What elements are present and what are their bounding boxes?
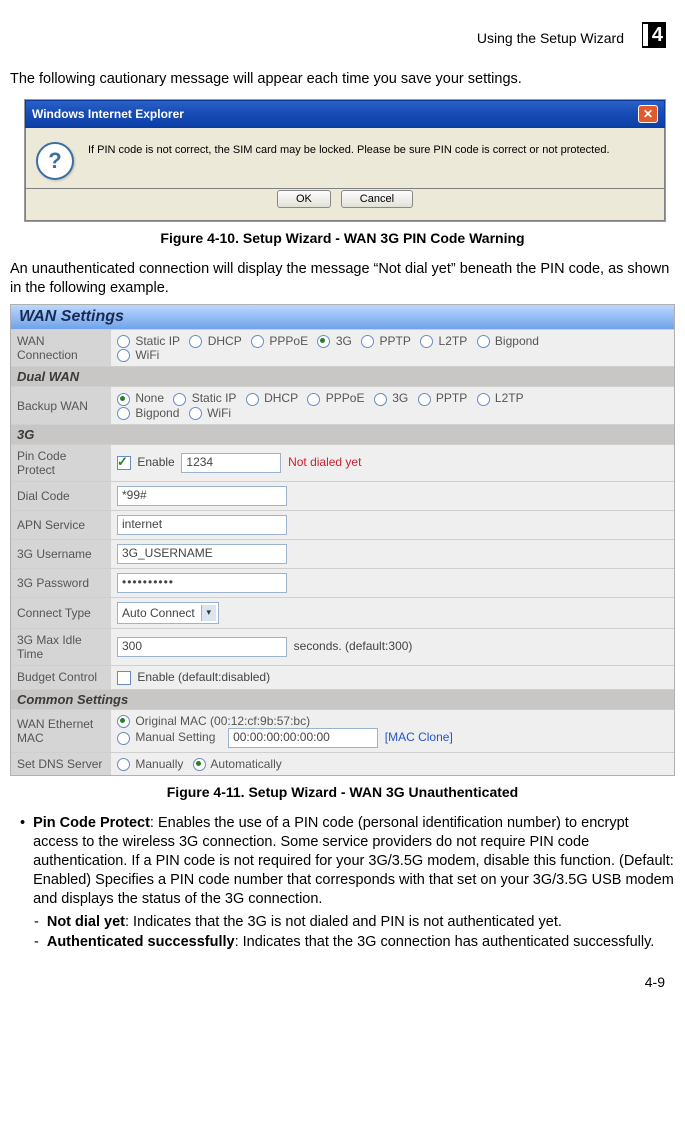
bullet-dot: • xyxy=(20,814,25,908)
label-apn: APN Service xyxy=(11,510,111,539)
intro-paragraph: The following cautionary message will ap… xyxy=(10,70,675,89)
figure2-caption: Figure 4-11. Setup Wizard - WAN 3G Unaut… xyxy=(10,784,675,800)
wan-settings-header: WAN Settings xyxy=(11,305,674,329)
figure1-caption: Figure 4-10. Setup Wizard - WAN 3G PIN C… xyxy=(10,230,675,246)
value-dns: Manually Automatically xyxy=(111,753,674,776)
dialog-title: Windows Internet Explorer xyxy=(32,107,184,121)
sub-authenticated: - Authenticated successfully: Indicates … xyxy=(34,933,675,952)
value-backup-wan: None Static IP DHCP PPPoE 3G PPTP L2TP B… xyxy=(111,387,674,425)
ok-button[interactable]: OK xyxy=(277,190,331,208)
section-common: Common Settings xyxy=(11,689,674,709)
dash-icon: - xyxy=(34,913,39,932)
input-mac-manual[interactable]: 00:00:00:00:00:00 xyxy=(228,728,378,748)
label-connect-type: Connect Type xyxy=(11,597,111,628)
chapter-number: 4 xyxy=(648,24,667,46)
radio-bk-none[interactable] xyxy=(117,393,130,406)
sub-not-dial-yet: - Not dial yet: Indicates that the 3G is… xyxy=(34,913,675,932)
radio-bk-wifi[interactable] xyxy=(189,407,202,420)
dialog-button-row: OK Cancel xyxy=(25,189,665,221)
row-dial-code: Dial Code *99# xyxy=(11,481,674,510)
radio-bk-bigpond[interactable] xyxy=(117,407,130,420)
input-dial-code[interactable]: *99# xyxy=(117,486,287,506)
section-dual-wan: Dual WAN xyxy=(11,367,674,387)
input-3g-password[interactable]: •••••••••• xyxy=(117,573,287,593)
radio-dhcp[interactable] xyxy=(189,335,202,348)
dialog-message: If PIN code is not correct, the SIM card… xyxy=(88,144,610,156)
paragraph-2: An unauthenticated connection will displ… xyxy=(10,260,675,298)
dialog-titlebar: Windows Internet Explorer ✕ xyxy=(25,100,665,128)
wan-settings-panel: WAN Settings WAN Connection Static IP DH… xyxy=(10,304,675,777)
value-mac: Original MAC (00:12:cf:9b:57:bc) Manual … xyxy=(111,709,674,752)
question-icon: ? xyxy=(36,142,74,180)
label-mac: WAN Ethernet MAC xyxy=(11,709,111,752)
label-idle-time: 3G Max Idle Time xyxy=(11,628,111,665)
row-apn: APN Service internet xyxy=(11,510,674,539)
label-pin-code: Pin Code Protect xyxy=(11,444,111,481)
radio-pptp[interactable] xyxy=(361,335,374,348)
radio-3g[interactable] xyxy=(317,335,330,348)
checkbox-pin-enable[interactable] xyxy=(117,456,131,470)
label-dns: Set DNS Server xyxy=(11,753,111,776)
dialog-body: ? If PIN code is not correct, the SIM ca… xyxy=(25,128,665,189)
label-budget: Budget Control xyxy=(11,665,111,689)
select-connect-type[interactable]: Auto Connect ▾ xyxy=(117,602,219,624)
input-apn[interactable]: internet xyxy=(117,515,287,535)
radio-static[interactable] xyxy=(117,335,130,348)
row-dns: Set DNS Server Manually Automatically xyxy=(11,753,674,776)
bullet-text: Pin Code Protect: Enables the use of a P… xyxy=(33,814,675,908)
input-3g-username[interactable]: 3G_USERNAME xyxy=(117,544,287,564)
radio-bk-dhcp[interactable] xyxy=(246,393,259,406)
label-wan-connection: WAN Connection xyxy=(11,329,111,367)
radio-dns-auto[interactable] xyxy=(193,758,206,771)
radio-dns-manual[interactable] xyxy=(117,758,130,771)
cancel-button[interactable]: Cancel xyxy=(341,190,413,208)
radio-bk-pppoe[interactable] xyxy=(307,393,320,406)
row-connect-type: Connect Type Auto Connect ▾ xyxy=(11,597,674,628)
row-3g-username: 3G Username 3G_USERNAME xyxy=(11,539,674,568)
row-idle-time: 3G Max Idle Time 300 seconds. (default:3… xyxy=(11,628,674,665)
value-wan-connection: Static IP DHCP PPPoE 3G PPTP L2TP Bigpon… xyxy=(111,329,674,367)
pin-status: Not dialed yet xyxy=(288,455,361,469)
dash-icon: - xyxy=(34,933,39,952)
radio-bigpond[interactable] xyxy=(477,335,490,348)
link-mac-clone[interactable]: [MAC Clone] xyxy=(385,730,453,744)
chapter-tab: 4 xyxy=(642,22,669,48)
radio-bk-pptp[interactable] xyxy=(418,393,431,406)
row-pin-code: Pin Code Protect Enable 1234 Not dialed … xyxy=(11,444,674,481)
section-3g: 3G xyxy=(11,424,674,444)
radio-bk-l2tp[interactable] xyxy=(477,393,490,406)
row-budget: Budget Control Enable (default:disabled) xyxy=(11,665,674,689)
page-header: Using the Setup Wizard 4 xyxy=(10,24,675,50)
value-pin-code: Enable 1234 Not dialed yet xyxy=(111,444,674,481)
page-number: 4-9 xyxy=(10,974,675,990)
checkbox-budget[interactable] xyxy=(117,671,131,685)
label-3g-password: 3G Password xyxy=(11,568,111,597)
radio-pppoe[interactable] xyxy=(251,335,264,348)
sub-text: Authenticated successfully: Indicates th… xyxy=(47,933,654,952)
radio-mac-manual[interactable] xyxy=(117,732,130,745)
row-backup-wan: Backup WAN None Static IP DHCP PPPoE 3G … xyxy=(11,387,674,425)
input-pin-code[interactable]: 1234 xyxy=(181,453,281,473)
dialog-figure: Windows Internet Explorer ✕ ? If PIN cod… xyxy=(24,99,666,222)
row-wan-connection: WAN Connection Static IP DHCP PPPoE 3G P… xyxy=(11,329,674,367)
radio-l2tp[interactable] xyxy=(420,335,433,348)
sub-text: Not dial yet: Indicates that the 3G is n… xyxy=(47,913,562,932)
row-mac: WAN Ethernet MAC Original MAC (00:12:cf:… xyxy=(11,709,674,752)
chevron-down-icon: ▾ xyxy=(201,605,216,621)
label-dial-code: Dial Code xyxy=(11,481,111,510)
bullet-list: • Pin Code Protect: Enables the use of a… xyxy=(10,814,675,952)
close-icon[interactable]: ✕ xyxy=(638,105,658,123)
radio-mac-orig[interactable] xyxy=(117,715,130,728)
section-title: Using the Setup Wizard xyxy=(477,30,624,46)
row-3g-password: 3G Password •••••••••• xyxy=(11,568,674,597)
radio-wifi[interactable] xyxy=(117,349,130,362)
label-3g-username: 3G Username xyxy=(11,539,111,568)
input-idle-time[interactable]: 300 xyxy=(117,637,287,657)
wan-settings-table: WAN Connection Static IP DHCP PPPoE 3G P… xyxy=(11,329,674,776)
label-backup-wan: Backup WAN xyxy=(11,387,111,425)
bullet-pin-code: • Pin Code Protect: Enables the use of a… xyxy=(20,814,675,908)
radio-bk-static[interactable] xyxy=(173,393,186,406)
radio-bk-3g[interactable] xyxy=(374,393,387,406)
